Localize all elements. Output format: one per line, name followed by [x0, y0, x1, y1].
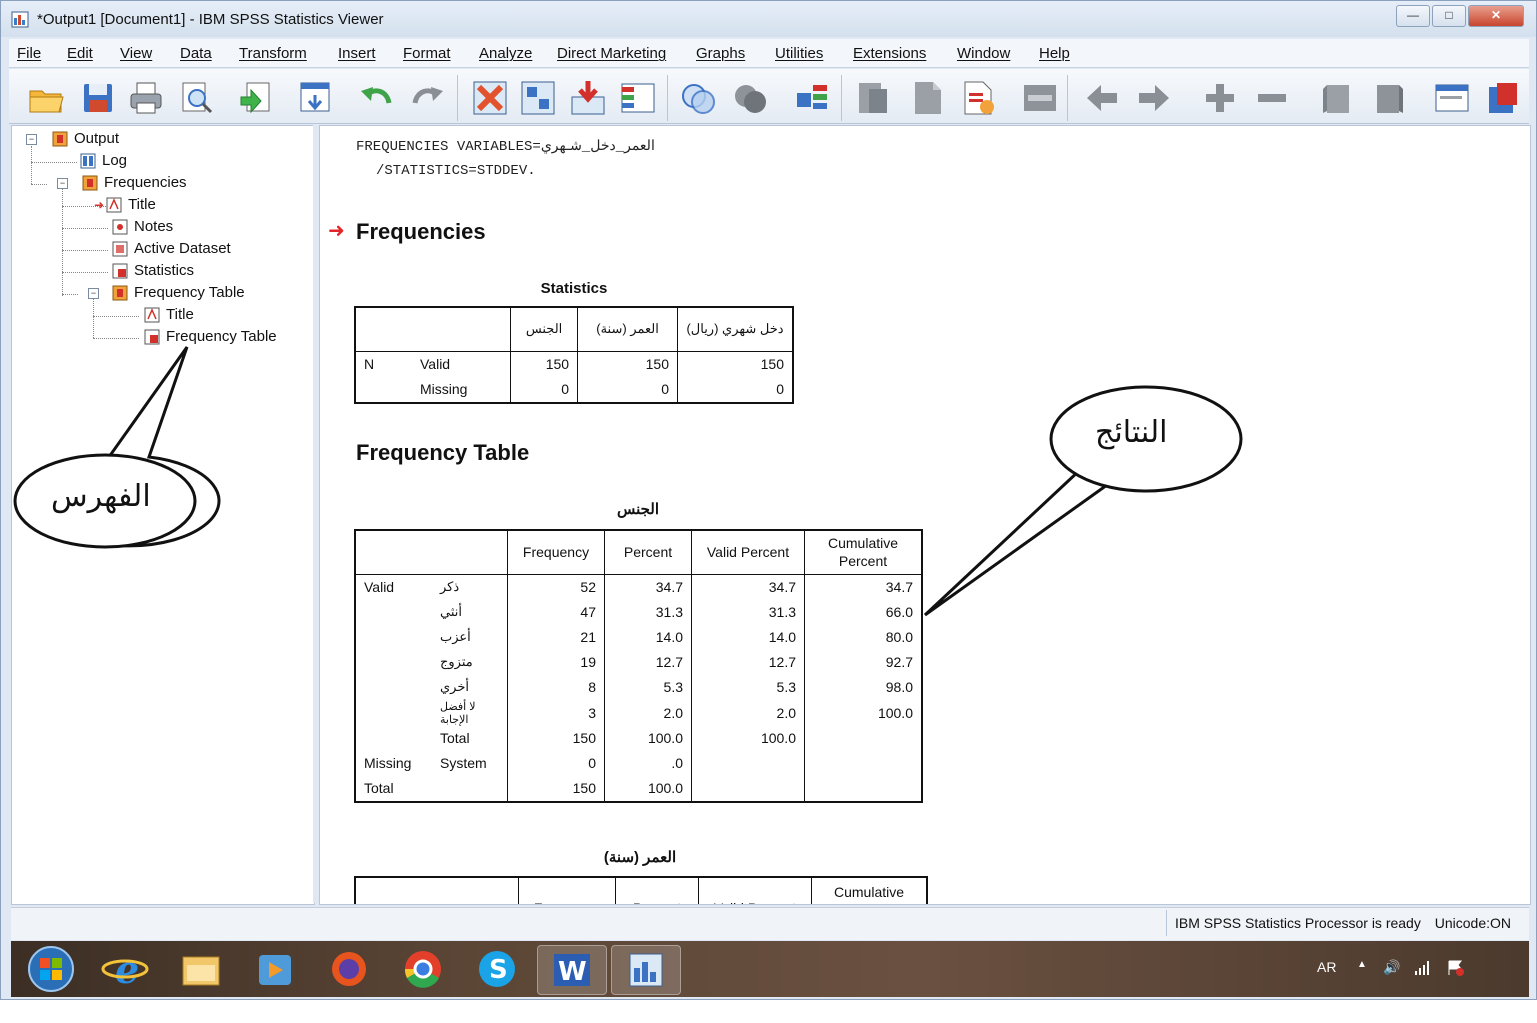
unicode-status: Unicode:ON: [1434, 915, 1511, 931]
processor-status: IBM SPSS Statistics Processor is ready: [1174, 915, 1421, 931]
chrome-icon[interactable]: [389, 945, 457, 993]
svg-text:e: e: [115, 947, 139, 992]
status-message: IBM SPSS Statistics Processor is ready U…: [1165, 910, 1529, 936]
results-callout-pointer: [923, 467, 1108, 617]
spss-viewer-window: *Output1 [Document1] - IBM SPSS Statisti…: [0, 0, 1537, 1000]
taskbar: e S W AR ▲ 🔊: [11, 941, 1529, 997]
callout-shapes: [13, 346, 1243, 617]
skype-icon[interactable]: S: [463, 945, 531, 993]
results-callout-label: النتائج: [1095, 415, 1168, 450]
status-bar: IBM SPSS Statistics Processor is ready U…: [11, 907, 1529, 940]
media-player-icon[interactable]: [241, 945, 309, 993]
svg-text:S: S: [489, 955, 508, 985]
show-hidden-icons-icon[interactable]: ▲: [1357, 959, 1367, 970]
language-indicator[interactable]: AR: [1317, 959, 1336, 975]
spss-icon[interactable]: [611, 945, 681, 995]
firefox-icon[interactable]: [315, 945, 383, 993]
index-callout-label: الفهرس: [51, 479, 151, 514]
action-center-icon[interactable]: [1447, 959, 1465, 977]
start-button[interactable]: [27, 945, 75, 993]
word-icon[interactable]: W: [537, 945, 607, 995]
volume-icon[interactable]: 🔊: [1383, 959, 1400, 976]
internet-explorer-icon[interactable]: e: [91, 945, 159, 993]
file-explorer-icon[interactable]: [167, 945, 235, 993]
network-icon[interactable]: [1415, 961, 1431, 975]
svg-text:W: W: [558, 957, 587, 987]
